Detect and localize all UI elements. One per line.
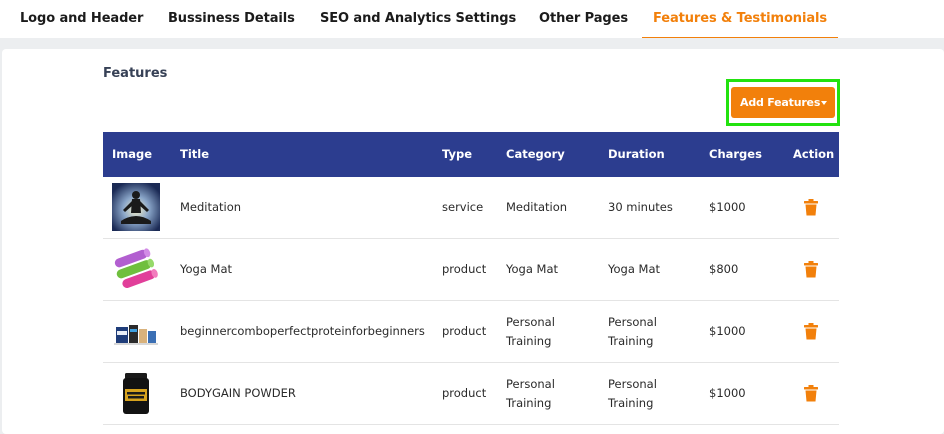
- column-type: Type: [442, 147, 473, 161]
- column-title: Title: [180, 147, 210, 161]
- row-type: product: [442, 386, 487, 400]
- tab-features-testimonials[interactable]: Features & Testimonials: [642, 0, 838, 38]
- row-category: Personal Training: [506, 377, 555, 410]
- row-duration: Yoga Mat: [608, 262, 661, 276]
- gainer-jar-image: [112, 369, 160, 417]
- row-title: Meditation: [180, 200, 242, 214]
- column-duration: Duration: [608, 147, 665, 161]
- settings-tab-bar: Logo and Header Bussiness Details SEO an…: [0, 0, 944, 38]
- protein-combo-image: [112, 307, 160, 355]
- row-duration: Personal Training: [608, 377, 657, 410]
- meditation-image: [112, 183, 160, 231]
- trash-icon[interactable]: [804, 323, 818, 340]
- row-category: Personal Training: [506, 315, 555, 348]
- row-type: product: [442, 324, 487, 338]
- row-duration: 30 minutes: [608, 200, 673, 214]
- column-category: Category: [506, 147, 565, 161]
- table-header: Image Title Type Category Duration Charg…: [103, 132, 839, 177]
- table-row: BODYGAIN POWDER product Personal Trainin…: [103, 363, 839, 425]
- row-category: Yoga Mat: [506, 262, 559, 276]
- tab-other-pages[interactable]: Other Pages: [539, 0, 628, 38]
- trash-icon[interactable]: [804, 199, 818, 216]
- row-type: product: [442, 262, 487, 276]
- row-title: Yoga Mat: [180, 262, 233, 276]
- section-title: Features: [103, 66, 168, 81]
- caret-down-icon: [821, 101, 827, 105]
- row-charges: $1000: [709, 200, 746, 214]
- row-title: beginnercomboperfectproteinforbeginners: [180, 324, 425, 338]
- column-image: Image: [112, 147, 153, 161]
- tab-seo-analytics[interactable]: SEO and Analytics Settings: [320, 0, 516, 38]
- row-charges: $1000: [709, 324, 746, 338]
- add-features-button[interactable]: Add Features: [731, 87, 835, 118]
- tab-business-details[interactable]: Bussiness Details: [168, 0, 295, 38]
- row-duration: Personal Training: [608, 315, 657, 348]
- table-row: beginnercomboperfectproteinforbeginners …: [103, 301, 839, 363]
- trash-icon[interactable]: [804, 261, 818, 278]
- table-row: Meditation service Meditation 30 minutes…: [103, 177, 839, 239]
- table-row: Yoga Mat product Yoga Mat Yoga Mat $800: [103, 239, 839, 301]
- column-action: Action: [793, 147, 835, 161]
- trash-icon[interactable]: [804, 385, 818, 402]
- add-features-label: Add Features: [740, 96, 821, 109]
- row-charges: $800: [709, 262, 739, 276]
- row-charges: $1000: [709, 386, 746, 400]
- yoga-mat-image: [112, 245, 160, 293]
- row-category: Meditation: [506, 200, 568, 214]
- tab-logo-and-header[interactable]: Logo and Header: [20, 0, 143, 38]
- row-title: BODYGAIN POWDER: [180, 386, 296, 400]
- column-charges: Charges: [709, 147, 762, 161]
- row-type: service: [442, 200, 484, 214]
